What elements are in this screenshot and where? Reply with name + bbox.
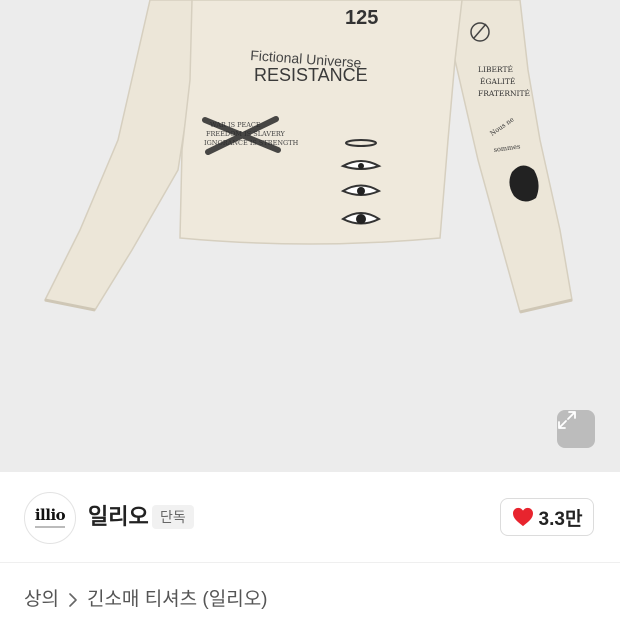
shop-logo-underline (35, 526, 65, 528)
like-count: 3.3만 (538, 508, 583, 530)
sleeve-text-2: ÉGALITÉ (480, 77, 515, 86)
shirt-illustration: 125 Fictional Universe RESISTANCE WAR IS… (43, 0, 573, 314)
chevron-right-icon (69, 593, 77, 607)
shop-logo[interactable]: illio (24, 492, 76, 544)
expand-image-button[interactable] (557, 410, 595, 448)
heart-icon (512, 507, 533, 527)
shop-logo-text: illio (34, 506, 66, 524)
shop-name[interactable]: 일리오 (88, 504, 149, 530)
sleeve-text-1: LIBERTÉ (478, 65, 513, 74)
breadcrumb: 상의 긴소매 티셔츠 (일리오) (24, 588, 268, 612)
section-divider (0, 562, 620, 563)
expand-arrows-icon (558, 411, 576, 429)
sleeve-text-3: FRATERNITÉ (478, 89, 530, 98)
product-image[interactable]: 125 Fictional Universe RESISTANCE WAR IS… (0, 0, 620, 472)
exclusive-badge: 단독 (152, 505, 194, 529)
print-number: 125 (345, 7, 378, 29)
right-sleeve (454, 0, 573, 313)
print-headline-main: RESISTANCE (254, 65, 368, 85)
shop-info-row: illio 일리오 단독 3.3만 (0, 472, 620, 562)
left-sleeve (43, 0, 206, 311)
like-button[interactable]: 3.3만 (500, 498, 594, 536)
breadcrumb-item-subcategory[interactable]: 긴소매 티셔츠 (일리오) (87, 588, 268, 612)
breadcrumb-item-category[interactable]: 상의 (24, 588, 59, 612)
